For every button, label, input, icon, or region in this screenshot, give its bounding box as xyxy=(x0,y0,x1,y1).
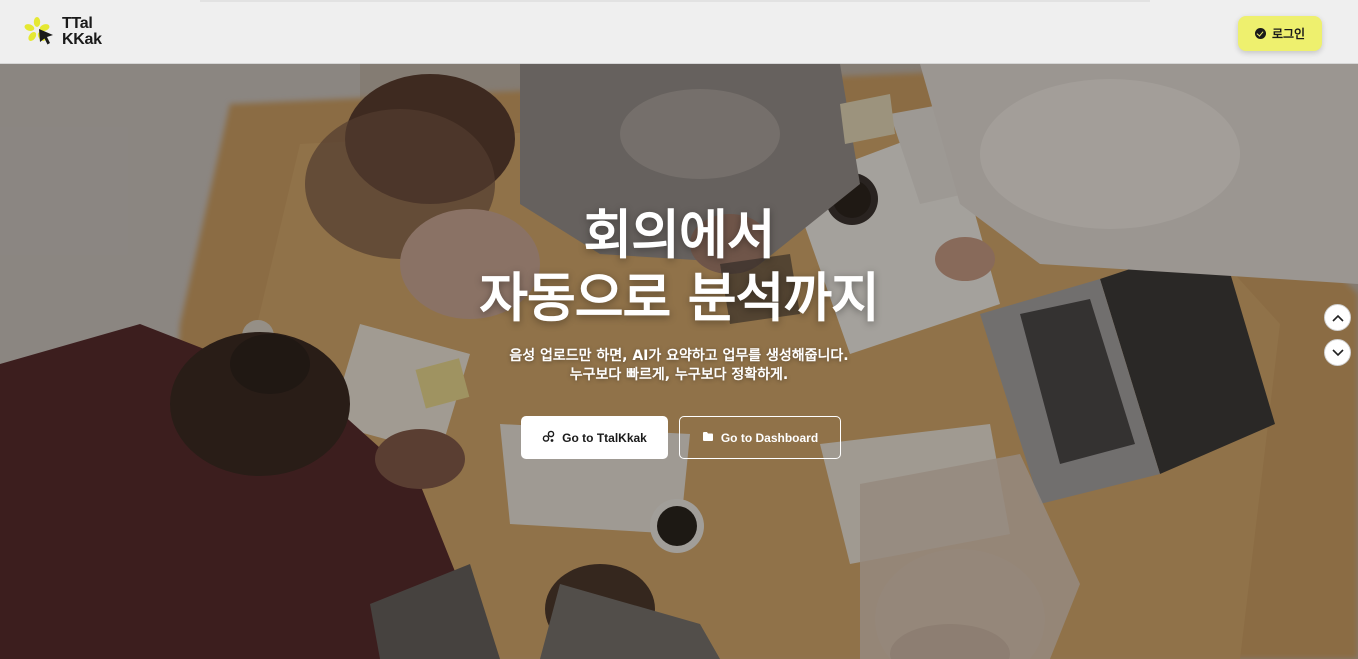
logo-line-2: KKak xyxy=(62,31,102,48)
scroll-down-button[interactable] xyxy=(1324,339,1351,366)
chevron-up-icon xyxy=(1331,314,1344,322)
scroll-up-button[interactable] xyxy=(1324,304,1351,331)
hero-title-line-2: 자동으로 분석까지 xyxy=(479,268,880,329)
logo-text: TTal KKak xyxy=(62,16,102,48)
folder-icon xyxy=(702,431,714,445)
hero-subtitle-line-1: 음성 업로드만 하면, AI가 요약하고 업무를 생성해줍니다. xyxy=(509,348,849,364)
logo-line-1: TTal xyxy=(62,15,93,32)
chevron-down-icon xyxy=(1331,348,1344,356)
go-to-dashboard-button[interactable]: Go to Dashboard xyxy=(679,416,841,459)
hero-section: 회의에서 자동으로 분석까지 음성 업로드만 하면, AI가 요약하고 업무를 … xyxy=(0,64,1358,659)
go-to-dashboard-label: Go to Dashboard xyxy=(720,430,819,445)
go-to-ttalkkak-button[interactable]: Go to TtalKkak xyxy=(521,416,668,459)
header-divider xyxy=(200,0,1150,2)
top-header: TTal KKak 로그인 xyxy=(0,0,1358,64)
landing-page: TTal KKak 로그인 회의에서 자동으로 분석까지 음성 업로드만 하면,… xyxy=(0,0,1358,659)
login-button[interactable]: 로그인 xyxy=(1238,16,1322,51)
hero-content: 회의에서 자동으로 분석까지 음성 업로드만 하면, AI가 요약하고 업무를 … xyxy=(0,64,1358,659)
login-label: 로그인 xyxy=(1271,27,1306,41)
hero-subtitle: 음성 업로드만 하면, AI가 요약하고 업무를 생성해줍니다. 누구보다 빠르… xyxy=(379,347,979,385)
go-to-ttalkkak-label: Go to TtalKkak xyxy=(562,430,647,445)
hero-title-line-1: 회의에서 xyxy=(583,205,775,266)
hero-subtitle-line-2: 누구보다 빠르게, 누구보다 정확하게. xyxy=(569,367,789,383)
hero-title: 회의에서 자동으로 분석까지 xyxy=(379,204,979,330)
asterisk-cursor-logo-icon xyxy=(24,16,56,48)
check-circle-icon xyxy=(1254,28,1266,39)
brand-logo[interactable]: TTal KKak xyxy=(24,16,102,48)
link-icon xyxy=(542,430,555,446)
